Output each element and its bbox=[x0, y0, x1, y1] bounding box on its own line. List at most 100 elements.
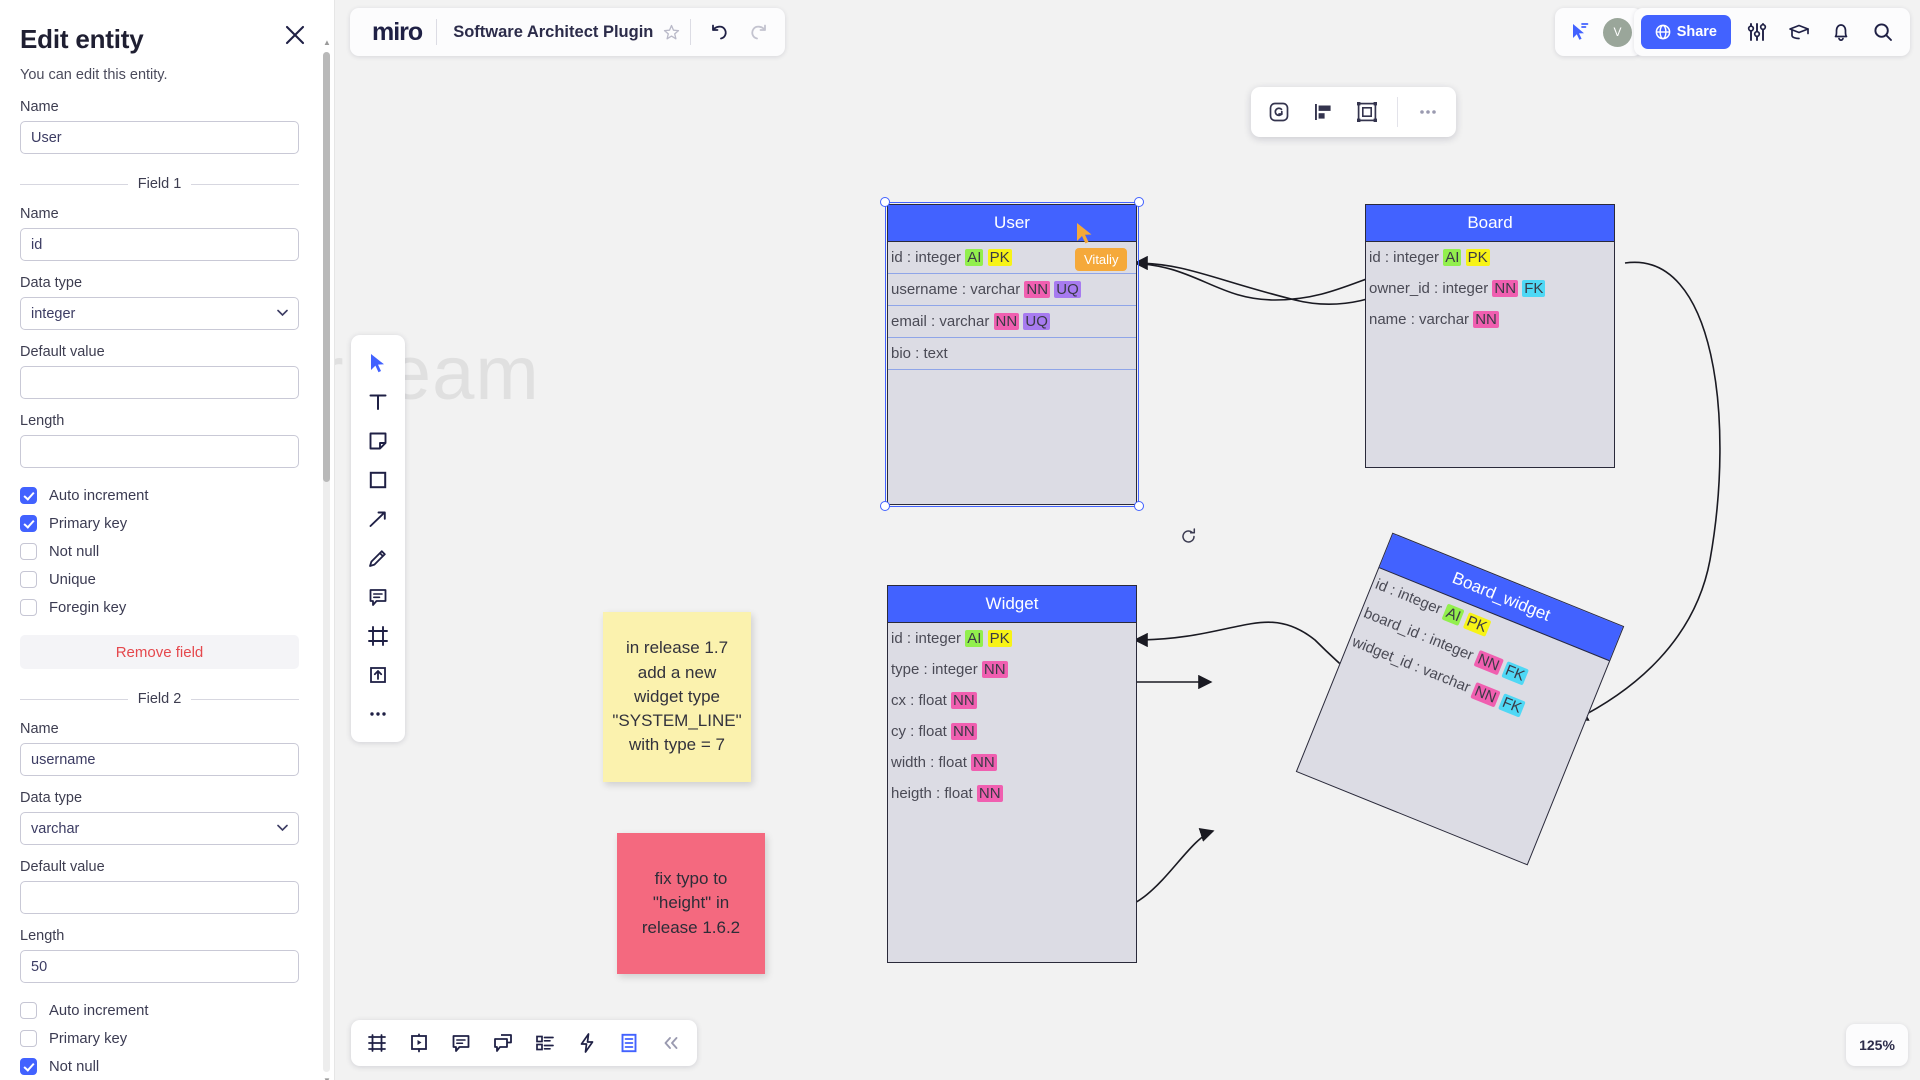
redo-icon[interactable] bbox=[739, 12, 779, 52]
checkbox-label: Not null bbox=[49, 544, 99, 560]
undo-icon[interactable] bbox=[699, 12, 739, 52]
frame-lock-icon[interactable] bbox=[1347, 92, 1387, 132]
field-1-not-null-checkbox[interactable]: Not null bbox=[20, 543, 314, 560]
context-toolbar[interactable] bbox=[1251, 87, 1456, 137]
field-1-datatype-label: Data type bbox=[20, 275, 314, 291]
field-2-length-input[interactable] bbox=[20, 950, 299, 983]
bottom-toolbar[interactable] bbox=[351, 1020, 697, 1066]
erd-row: type : integer NN bbox=[888, 654, 1136, 685]
close-icon[interactable] bbox=[282, 22, 308, 48]
scroll-down-arrow-icon[interactable]: ▼ bbox=[323, 1076, 330, 1080]
field-1-length-input[interactable] bbox=[20, 435, 299, 468]
left-toolbar[interactable] bbox=[351, 335, 405, 742]
cursor-share-icon[interactable] bbox=[1565, 17, 1595, 47]
frame-icon[interactable] bbox=[358, 617, 398, 655]
share-button[interactable]: Share bbox=[1641, 15, 1731, 49]
erd-table-board-widget[interactable]: Board_widget id : integer AI PK board_id… bbox=[1296, 533, 1624, 866]
field-2-not-null-checkbox[interactable]: Not null bbox=[20, 1058, 314, 1075]
search-icon[interactable] bbox=[1863, 12, 1903, 52]
erd-table-title: Board bbox=[1366, 205, 1614, 242]
sticky-note-yellow[interactable]: in release 1.7 add a new widget type "SY… bbox=[603, 612, 751, 782]
field-1-length-label: Length bbox=[20, 413, 314, 429]
rotate-icon[interactable] bbox=[1180, 528, 1197, 545]
field-1-name-input[interactable] bbox=[20, 228, 299, 261]
field-2-default-label: Default value bbox=[20, 859, 314, 875]
cursor-select-icon[interactable] bbox=[358, 344, 398, 382]
miro-canvas[interactable]: er team User id : integer AI PK use bbox=[335, 0, 1920, 1080]
field-1-divider: Field 1 bbox=[20, 176, 299, 192]
bell-icon[interactable] bbox=[1821, 12, 1861, 52]
field-1-primary-key-checkbox[interactable]: Primary key bbox=[20, 515, 314, 532]
text-icon[interactable] bbox=[358, 383, 398, 421]
field-1-default-input[interactable] bbox=[20, 366, 299, 399]
sliders-icon[interactable] bbox=[1737, 12, 1777, 52]
checkbox-label: Primary key bbox=[49, 516, 127, 532]
avatar[interactable]: V bbox=[1603, 18, 1632, 47]
field-1-unique-checkbox[interactable]: Unique bbox=[20, 571, 314, 588]
pen-icon[interactable] bbox=[358, 539, 398, 577]
sticky-note-icon[interactable] bbox=[358, 422, 398, 460]
lightning-icon[interactable] bbox=[567, 1024, 607, 1062]
star-icon[interactable] bbox=[663, 24, 690, 41]
graduation-cap-icon[interactable] bbox=[1779, 12, 1819, 52]
field-1-remove-field-button[interactable]: Remove field bbox=[20, 635, 299, 669]
scrollbar-thumb[interactable] bbox=[323, 52, 330, 482]
entity-name-label: Name bbox=[20, 99, 314, 115]
share-button-label: Share bbox=[1677, 24, 1717, 40]
chat-icon[interactable] bbox=[483, 1024, 523, 1062]
checkbox-label: Auto increment bbox=[49, 1003, 149, 1019]
upload-icon[interactable] bbox=[358, 656, 398, 694]
align-icon[interactable] bbox=[1303, 92, 1343, 132]
collapse-chevrons-icon[interactable] bbox=[651, 1024, 691, 1062]
zoom-level-indicator[interactable]: 125% bbox=[1846, 1024, 1908, 1066]
field-1-auto-increment-checkbox[interactable]: Auto increment bbox=[20, 487, 314, 504]
scroll-up-arrow-icon[interactable]: ▲ bbox=[323, 38, 330, 48]
field-2-default-input[interactable] bbox=[20, 881, 299, 914]
resize-handle-top-left[interactable] bbox=[880, 197, 890, 207]
sticky-note-pink[interactable]: fix typo to "height" in release 1.6.2 bbox=[617, 833, 765, 974]
checkbox-label: Unique bbox=[49, 572, 96, 588]
presentation-icon[interactable] bbox=[399, 1024, 439, 1062]
field-1-datatype-select[interactable]: integer bbox=[20, 297, 299, 330]
entity-name-input[interactable] bbox=[20, 121, 299, 154]
arrow-connector-icon[interactable] bbox=[358, 500, 398, 538]
field-2-primary-key-checkbox[interactable]: Primary key bbox=[20, 1030, 314, 1047]
field-1-foreign-key-checkbox[interactable]: Foregin key bbox=[20, 599, 314, 616]
board-title[interactable]: Software Architect Plugin bbox=[437, 23, 663, 42]
checkbox-unchecked-icon bbox=[20, 543, 37, 560]
resize-handle-bottom-right[interactable] bbox=[1134, 501, 1144, 511]
cursor-name-label: Vitaliy bbox=[1075, 248, 1127, 271]
erd-table-widget[interactable]: Widget id : integer AI PK type : integer… bbox=[887, 585, 1137, 963]
resize-handle-top-right[interactable] bbox=[1134, 197, 1144, 207]
field-1-name-label: Name bbox=[20, 206, 314, 222]
field-2-name-input[interactable] bbox=[20, 743, 299, 776]
sidebar-scrollbar[interactable]: ▲ ▼ bbox=[323, 52, 330, 1072]
checkbox-unchecked-icon bbox=[20, 599, 37, 616]
edit-entity-panel: Edit entity You can edit this entity. Na… bbox=[0, 0, 335, 1080]
checkbox-checked-icon bbox=[20, 1058, 37, 1075]
document-icon[interactable] bbox=[609, 1024, 649, 1062]
field-2-length-label: Length bbox=[20, 928, 314, 944]
resize-handle-bottom-left[interactable] bbox=[880, 501, 890, 511]
more-dots-icon[interactable] bbox=[358, 695, 398, 733]
field-2-auto-increment-checkbox[interactable]: Auto increment bbox=[20, 1002, 314, 1019]
erd-row: owner_id : integer NN FK bbox=[1366, 273, 1614, 304]
shape-square-icon[interactable] bbox=[358, 461, 398, 499]
list-icon[interactable] bbox=[525, 1024, 565, 1062]
checkbox-unchecked-icon bbox=[20, 1002, 37, 1019]
comment-box-icon[interactable] bbox=[441, 1024, 481, 1062]
field-2-divider-label: Field 2 bbox=[128, 691, 192, 707]
generate-g-icon[interactable] bbox=[1259, 92, 1299, 132]
table-grid-icon[interactable] bbox=[357, 1024, 397, 1062]
erd-row: cy : float NN bbox=[888, 716, 1136, 747]
board-actions-group: Share bbox=[1634, 8, 1910, 56]
checkbox-label: Primary key bbox=[49, 1031, 127, 1047]
field-2-datatype-select[interactable]: varchar bbox=[20, 812, 299, 845]
erd-table-board[interactable]: Board id : integer AI PK owner_id : inte… bbox=[1365, 204, 1615, 468]
more-dots-icon[interactable] bbox=[1408, 92, 1448, 132]
field-1-divider-label: Field 1 bbox=[128, 176, 192, 192]
erd-row: width : float NN bbox=[888, 747, 1136, 778]
comment-icon[interactable] bbox=[358, 578, 398, 616]
miro-logo[interactable]: miro bbox=[356, 18, 436, 47]
erd-row: bio : text bbox=[888, 338, 1136, 370]
